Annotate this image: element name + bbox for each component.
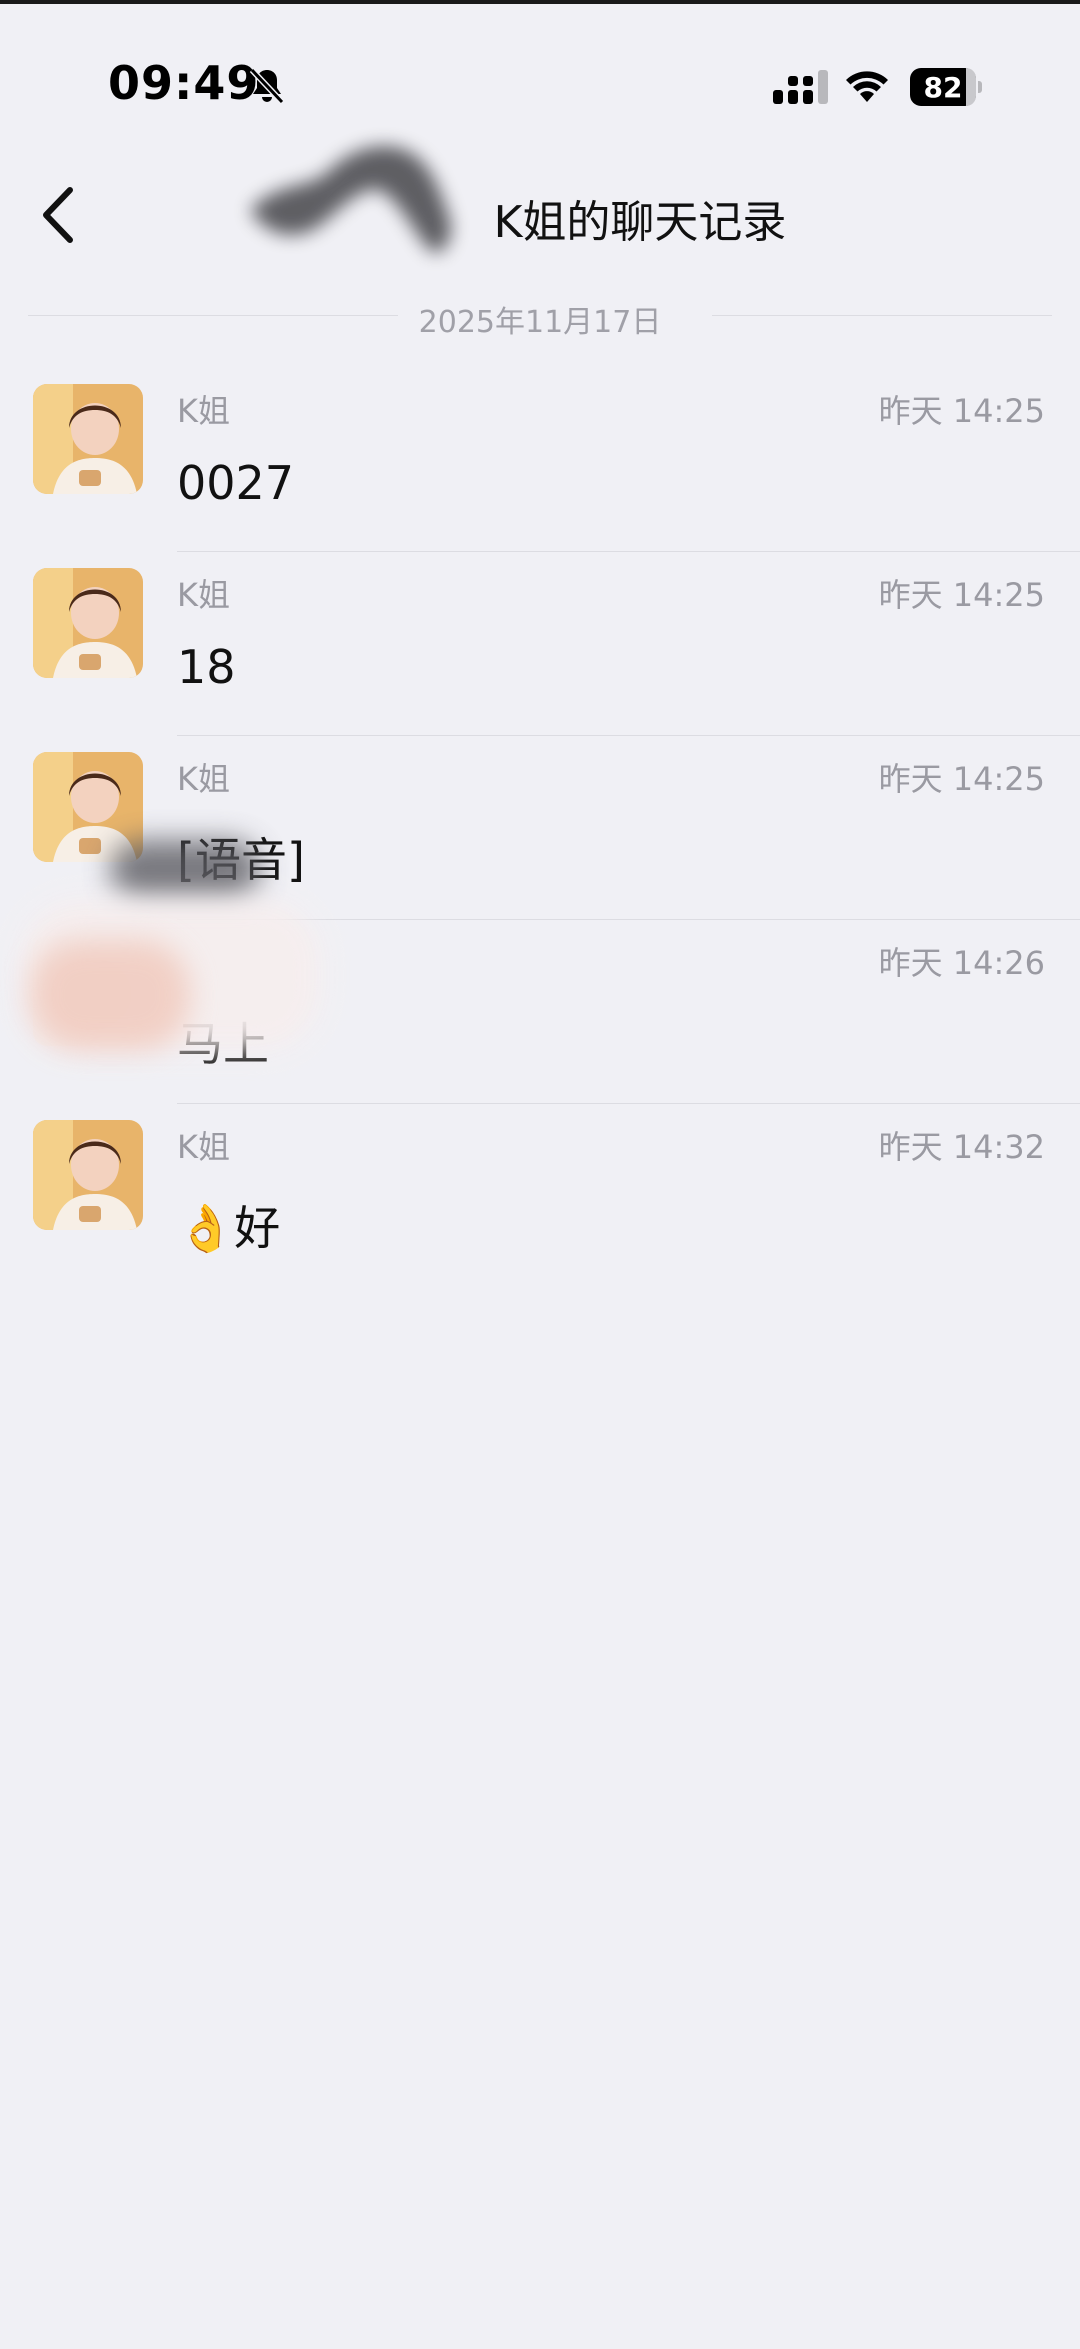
- message-time: 昨天 14:25: [878, 576, 1045, 614]
- avatar[interactable]: [33, 568, 143, 678]
- date-separator: 2025年11月17日: [28, 295, 1052, 340]
- avatar[interactable]: [33, 1120, 143, 1230]
- message-text: 18: [177, 640, 236, 694]
- message-text: 👌好: [177, 1201, 281, 1255]
- message-item[interactable]: 昨天 14:26 马上: [0, 920, 1080, 1104]
- message-text: 马上: [177, 1017, 269, 1071]
- nav-bar: K姐的聊天记录: [0, 146, 1080, 290]
- sender-name: K姐: [177, 576, 230, 614]
- status-bar: 09:49 82: [0, 0, 1080, 150]
- avatar[interactable]: [33, 384, 143, 494]
- sender-name: K姐: [177, 392, 230, 430]
- message-time: 昨天 14:32: [878, 1128, 1045, 1166]
- message-time: 昨天 14:25: [878, 760, 1045, 798]
- message-text: 0027: [177, 456, 295, 510]
- message-time: 昨天 14:26: [878, 944, 1045, 982]
- date-label: 2025年11月17日: [418, 305, 662, 340]
- battery-level: 82: [923, 70, 963, 104]
- message-item[interactable]: K姐 昨天 14:25 18: [0, 552, 1080, 736]
- wifi-icon: [846, 71, 888, 102]
- message-list[interactable]: K姐 昨天 14:25 0027 K姐 昨天 14:25 18 K姐 昨天 14…: [0, 368, 1080, 1288]
- message-time: 昨天 14:25: [878, 392, 1045, 430]
- page-title: K姐的聊天记录: [493, 197, 787, 248]
- avatar[interactable]: [33, 752, 143, 862]
- message-item[interactable]: K姐 昨天 14:25 [语音]: [0, 736, 1080, 920]
- sender-name: K姐: [177, 760, 230, 798]
- redaction-blur: [250, 146, 451, 253]
- voice-message-text[interactable]: [语音]: [177, 824, 305, 890]
- avatar[interactable]: [33, 936, 143, 1046]
- battery-icon: 82: [910, 68, 982, 106]
- status-time: 09:49: [108, 56, 260, 110]
- sender-name: K姐: [177, 1128, 230, 1166]
- message-item[interactable]: K姐 昨天 14:32 👌好: [0, 1104, 1080, 1288]
- message-item[interactable]: K姐 昨天 14:25 0027: [0, 368, 1080, 552]
- bell-slash-icon: [249, 67, 285, 105]
- signal-icon: [773, 70, 828, 104]
